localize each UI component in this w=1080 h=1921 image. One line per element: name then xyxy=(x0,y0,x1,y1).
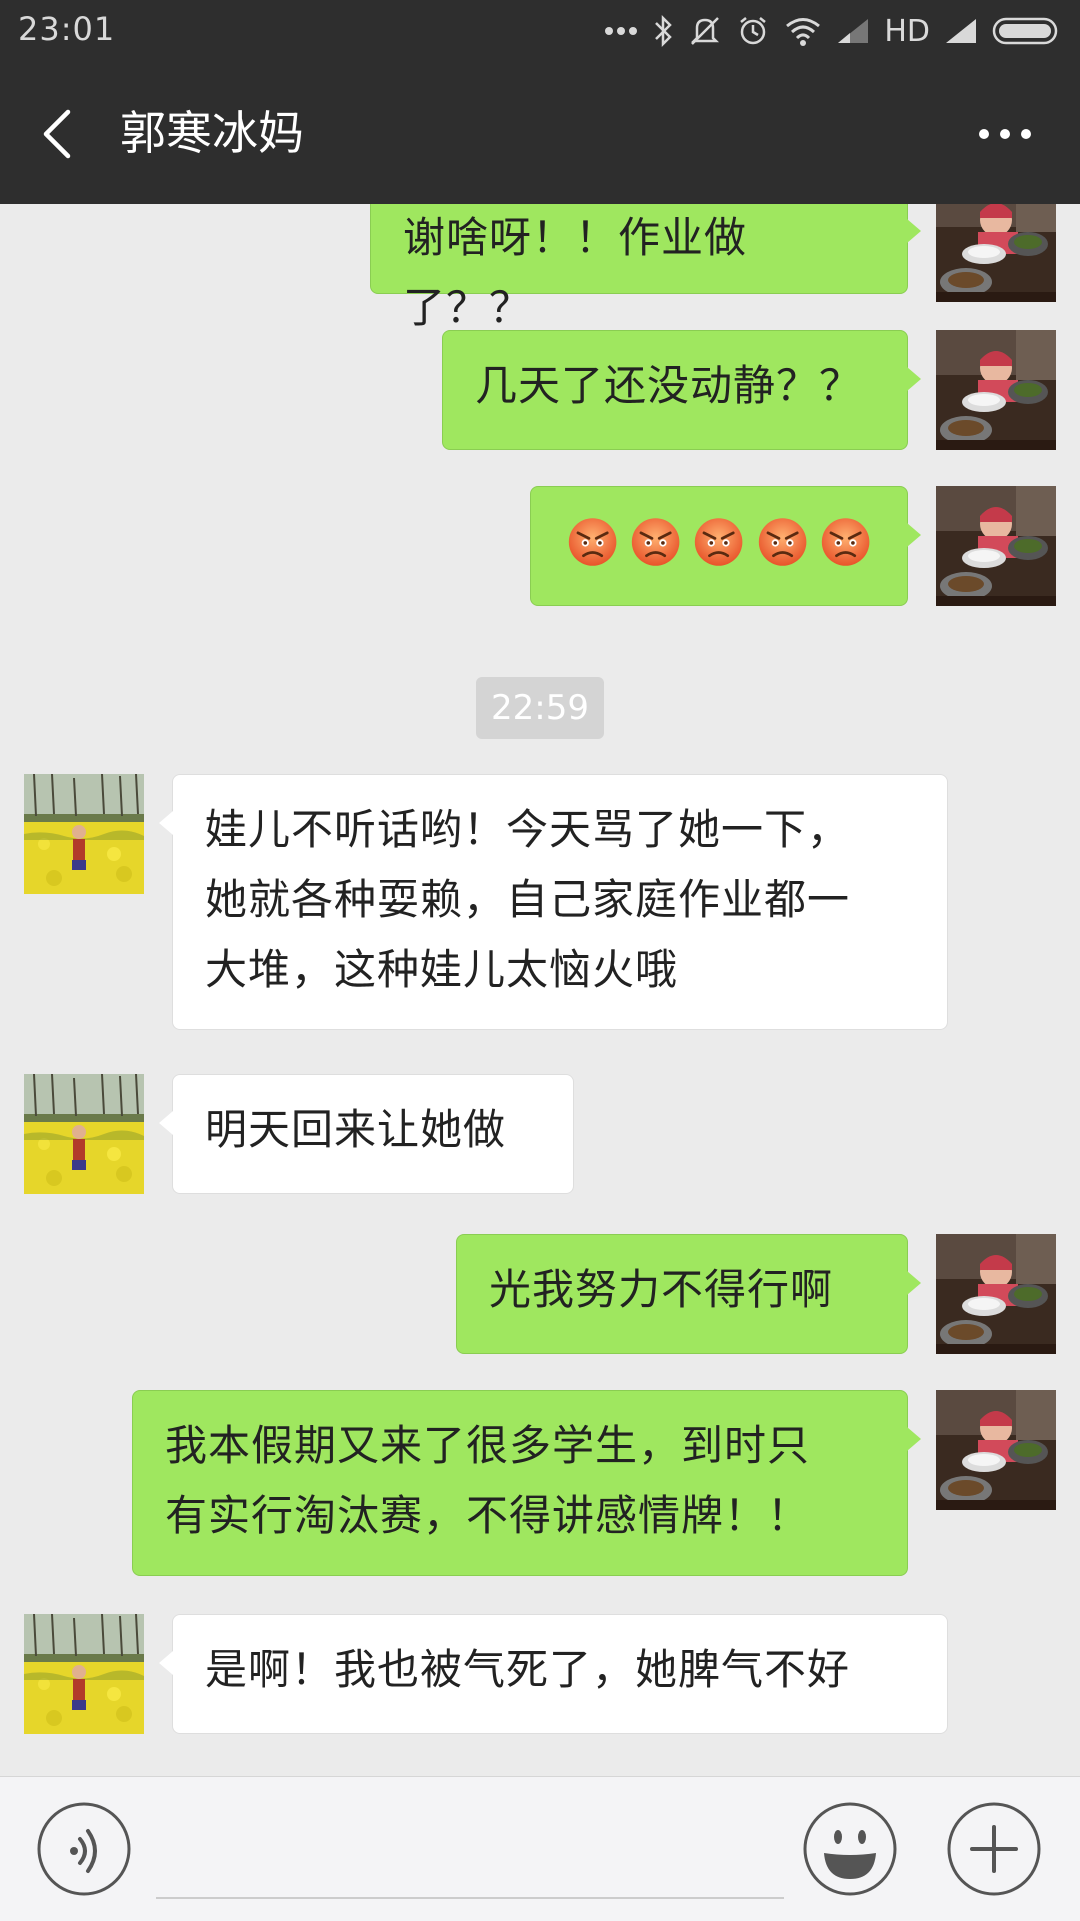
avatar[interactable] xyxy=(936,486,1056,606)
child-eating-photo xyxy=(936,1234,1056,1354)
avatar[interactable] xyxy=(24,1074,144,1194)
avatar[interactable] xyxy=(24,1614,144,1734)
message-line: 有实行淘汰赛，不得讲感情牌！！ xyxy=(165,1491,811,1540)
signal-icon xyxy=(944,17,978,45)
chat-header: 郭寒冰妈 xyxy=(0,62,1080,204)
message-list[interactable]: 谢啥呀！！作业做了？？ 几天了还没动静？？ 22:59 娃儿不听话哟！今天骂了她… xyxy=(0,204,1080,1776)
avatar[interactable] xyxy=(936,1234,1056,1354)
status-bar: 23:01 HD xyxy=(0,0,1080,62)
message-line: 大堆，这种娃儿太恼火哦 xyxy=(205,945,679,994)
status-icons: HD xyxy=(604,8,1062,54)
silent-icon xyxy=(688,14,722,48)
wifi-icon xyxy=(784,16,822,46)
avatar[interactable] xyxy=(936,1390,1056,1510)
more-button[interactable] xyxy=(970,114,1040,154)
network-type: HD xyxy=(884,13,930,49)
signal-icon xyxy=(836,17,870,45)
emoji-button[interactable] xyxy=(802,1801,898,1897)
child-eating-photo xyxy=(936,204,1056,302)
back-chevron-icon xyxy=(30,109,90,172)
message-text: 几天了还没动静？？ xyxy=(475,361,863,410)
avatar[interactable] xyxy=(936,204,1056,302)
voice-icon xyxy=(37,1802,131,1896)
message-bubble-outgoing[interactable]: 几天了还没动静？？ xyxy=(442,330,921,450)
voice-button[interactable] xyxy=(36,1801,132,1897)
message-text: 是啊！我也被气死了，她脾气不好 xyxy=(205,1645,851,1694)
message-text: 光我努力不得行啊 xyxy=(489,1265,834,1314)
angry-face-icon xyxy=(820,515,871,569)
status-time: 23:01 xyxy=(18,10,116,48)
angry-face-icon xyxy=(567,515,618,569)
message-text: 明天回来让她做 xyxy=(205,1105,507,1154)
rapeseed-field-photo xyxy=(24,1614,144,1734)
dots-icon xyxy=(604,26,638,36)
back-button[interactable] xyxy=(30,98,90,168)
message-bubble-outgoing[interactable]: 我本假期又来了很多学生，到时只 有实行淘汰赛，不得讲感情牌！！ xyxy=(132,1390,921,1576)
plus-button[interactable] xyxy=(946,1801,1042,1897)
message-bubble-outgoing[interactable]: 谢啥呀！！作业做了？？ xyxy=(370,204,921,332)
bluetooth-icon xyxy=(652,14,674,48)
message-line: 我本假期又来了很多学生，到时只 xyxy=(165,1421,811,1470)
rapeseed-field-photo xyxy=(24,774,144,894)
timestamp-chip: 22:59 xyxy=(476,677,604,739)
message-line: 娃儿不听话哟！今天骂了她一下， xyxy=(205,805,851,854)
emoji-row xyxy=(567,507,871,577)
avatar[interactable] xyxy=(936,330,1056,450)
alarm-icon xyxy=(736,14,770,48)
message-line: 她就各种耍赖，自己家庭作业都一 xyxy=(205,875,851,924)
avatar[interactable] xyxy=(24,774,144,894)
message-bubble-outgoing[interactable]: 光我努力不得行啊 xyxy=(456,1234,921,1354)
child-eating-photo xyxy=(936,330,1056,450)
input-bar xyxy=(0,1776,1080,1921)
plus-icon xyxy=(947,1802,1041,1896)
message-input[interactable] xyxy=(156,1803,784,1899)
child-eating-photo xyxy=(936,486,1056,606)
child-eating-photo xyxy=(936,1390,1056,1510)
rapeseed-field-photo xyxy=(24,1074,144,1194)
angry-face-icon xyxy=(757,515,808,569)
message-bubble-incoming[interactable]: 娃儿不听话哟！今天骂了她一下， 她就各种耍赖，自己家庭作业都一 大堆，这种娃儿太… xyxy=(159,774,948,1030)
emoji-icon xyxy=(803,1802,897,1896)
message-text: 谢啥呀！！作业做了？？ xyxy=(403,213,748,332)
message-bubble-incoming[interactable]: 明天回来让她做 xyxy=(159,1074,574,1194)
angry-face-icon xyxy=(630,515,681,569)
message-bubble-incoming[interactable]: 是啊！我也被气死了，她脾气不好 xyxy=(159,1614,948,1734)
angry-face-icon xyxy=(693,515,744,569)
more-dots-icon xyxy=(970,129,1040,158)
message-bubble-outgoing[interactable] xyxy=(530,486,921,606)
battery-icon xyxy=(992,16,1062,46)
chat-title: 郭寒冰妈 xyxy=(120,106,304,160)
